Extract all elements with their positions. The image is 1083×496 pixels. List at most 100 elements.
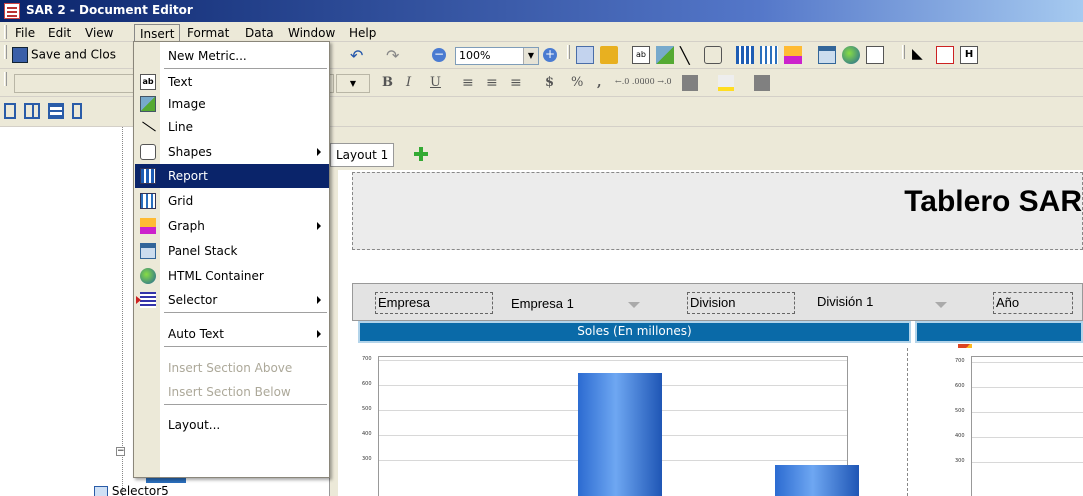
toolbar-separator — [567, 45, 570, 59]
paint-bucket-icon[interactable] — [718, 75, 734, 91]
border-color-icon[interactable] — [754, 75, 770, 91]
zoom-select[interactable]: 100% ▼ — [455, 47, 539, 65]
report-icon — [140, 168, 156, 184]
percent-button[interactable]: % — [571, 75, 583, 90]
pointer-icon[interactable] — [576, 46, 594, 64]
empresa-selector[interactable]: Empresa 1 — [511, 296, 574, 311]
selector-icon — [136, 292, 156, 308]
menu-item-layout[interactable]: Layout... — [135, 413, 329, 437]
fill-color-icon[interactable] — [682, 75, 698, 91]
increase-decimal-button[interactable]: ←.0 .00 — [615, 77, 645, 86]
chart-header-secondary — [915, 321, 1083, 343]
currency-button[interactable]: $ — [545, 75, 554, 90]
menu-item-selector[interactable]: Selector — [135, 288, 329, 312]
zoom-value: 100% — [459, 49, 491, 62]
line-tool-icon[interactable]: ╲ — [680, 46, 698, 65]
tree-node-selector5[interactable]: Selector5 — [94, 484, 169, 496]
menu-data[interactable]: Data — [240, 24, 279, 41]
image-tool-icon[interactable] — [656, 46, 674, 64]
menubar-grip[interactable] — [4, 25, 7, 39]
chart-header: Soles (En millones) — [358, 321, 911, 343]
chart-bar[interactable] — [775, 465, 859, 496]
menu-item-line[interactable]: Line — [135, 115, 329, 139]
save-and-close-label: Save and Clos — [31, 47, 116, 62]
menu-file[interactable]: File — [10, 24, 40, 41]
y-tick-label: 600 — [362, 381, 372, 387]
menu-view[interactable]: View — [80, 24, 118, 41]
italic-button[interactable]: I — [406, 75, 411, 90]
text-tool-icon[interactable]: ab — [632, 46, 650, 64]
zoom-in-icon[interactable]: + — [543, 48, 557, 62]
chart-main[interactable]: 700 600 500 400 300 — [358, 348, 908, 496]
tree-node-label: Selector5 — [111, 484, 169, 496]
menu-window[interactable]: Window — [283, 24, 340, 41]
y-tick-label: 300 — [362, 456, 372, 462]
division-label: Division — [687, 292, 795, 314]
chart-secondary[interactable]: 700 600 500 400 300 — [915, 348, 1083, 496]
view-split-icon[interactable] — [24, 103, 40, 119]
zoom-out-icon[interactable]: − — [432, 48, 446, 62]
menu-insert[interactable]: Insert — [134, 24, 181, 41]
tree-expander[interactable]: − — [116, 447, 125, 456]
view-single-icon[interactable] — [72, 103, 82, 119]
submenu-arrow-icon — [317, 330, 321, 338]
menu-item-report[interactable]: Report — [135, 164, 329, 188]
menu-item-auto-text[interactable]: Auto Text — [135, 322, 329, 346]
view-list-icon[interactable] — [48, 103, 64, 119]
menu-edit[interactable]: Edit — [43, 24, 76, 41]
toolbar-grip[interactable] — [4, 72, 7, 86]
lock-icon[interactable] — [600, 46, 618, 64]
html-icon[interactable]: H — [960, 46, 978, 64]
undo-icon[interactable]: ↶ — [350, 46, 368, 65]
redo-icon[interactable]: ↷ — [386, 46, 404, 65]
shapes-icon — [140, 144, 156, 160]
graph-tool-icon[interactable] — [784, 46, 802, 64]
grid-tool-icon[interactable] — [760, 46, 778, 64]
selector-tool-icon[interactable] — [866, 46, 884, 64]
html-container-tool-icon[interactable] — [842, 46, 860, 64]
document-title: Tablero SAR — [904, 185, 1082, 218]
font-size-select[interactable]: ▼ — [336, 74, 370, 93]
chevron-down-icon[interactable] — [935, 302, 947, 308]
title-section[interactable]: Tablero SAR — [352, 172, 1083, 250]
underline-button[interactable]: U — [430, 75, 441, 90]
align-right-icon[interactable]: ≡ — [510, 75, 522, 91]
empresa-label: Empresa — [375, 292, 493, 314]
pdf-icon[interactable] — [936, 46, 954, 64]
graph-style-icon[interactable]: ◣ — [912, 46, 930, 64]
insert-menu: New Metric... ab Text Image Line Shapes Report… — [133, 41, 330, 478]
bold-button[interactable]: B — [382, 75, 393, 90]
division-selector[interactable]: División 1 — [817, 294, 873, 309]
submenu-arrow-icon — [317, 222, 321, 230]
menu-item-grid[interactable]: Grid — [135, 189, 329, 213]
comma-button[interactable]: , — [597, 75, 602, 90]
toolbar-grip[interactable] — [4, 45, 7, 59]
menu-item-html-container[interactable]: HTML Container — [135, 264, 329, 288]
shapes-tool-icon[interactable] — [704, 46, 722, 64]
panel-stack-tool-icon[interactable] — [818, 46, 836, 64]
chevron-down-icon[interactable] — [628, 302, 640, 308]
menu-item-image[interactable]: Image — [135, 92, 329, 116]
chart-bar[interactable] — [578, 372, 662, 496]
menu-item-new-metric[interactable]: New Metric... — [135, 44, 329, 68]
tree-guideline — [122, 127, 123, 496]
menu-item-text[interactable]: ab Text — [135, 70, 329, 94]
align-center-icon[interactable]: ≡ — [486, 75, 498, 91]
align-left-icon[interactable]: ≡ — [462, 75, 474, 91]
app-icon — [4, 3, 20, 19]
menu-item-graph[interactable]: Graph — [135, 214, 329, 238]
save-and-close-button[interactable]: Save and Clos — [12, 47, 116, 63]
submenu-arrow-icon — [317, 296, 321, 304]
menu-help[interactable]: Help — [344, 24, 381, 41]
menu-item-panel-stack[interactable]: Panel Stack — [135, 239, 329, 263]
menu-item-label: New Metric... — [168, 49, 247, 63]
add-layout-icon[interactable] — [414, 147, 428, 161]
view-page-icon[interactable] — [4, 103, 16, 119]
menu-item-shapes[interactable]: Shapes — [135, 140, 329, 164]
decrease-decimal-button[interactable]: .00 →.0 — [642, 77, 672, 86]
menu-format[interactable]: Format — [182, 24, 234, 41]
report-tool-icon[interactable] — [736, 46, 754, 64]
tab-layout-1[interactable]: Layout 1 — [330, 143, 395, 167]
text-icon: ab — [140, 74, 156, 90]
menu-item-label: Shapes — [168, 145, 212, 159]
